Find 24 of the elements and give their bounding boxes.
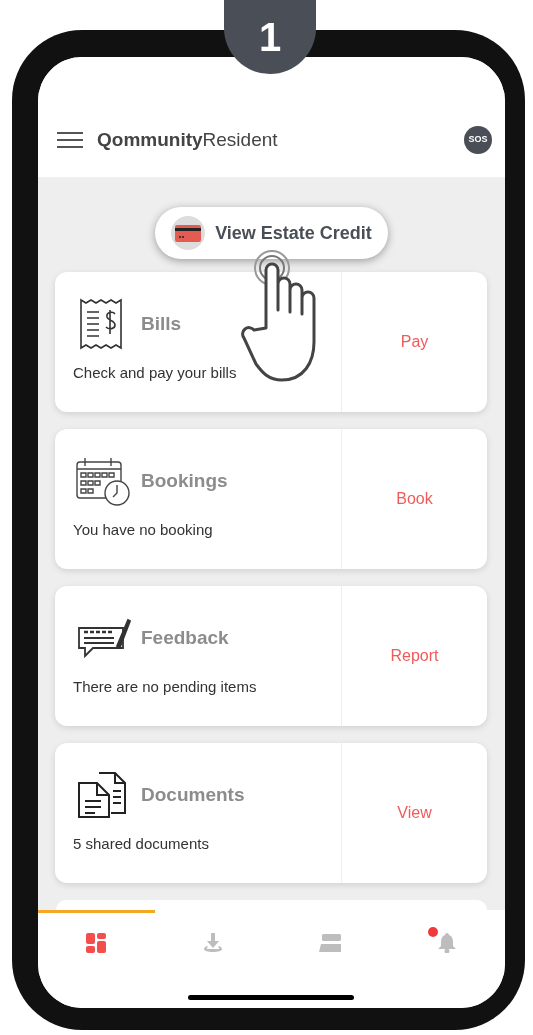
rating-feedback-icon <box>75 616 131 660</box>
view-estate-credit-button[interactable]: View Estate Credit <box>155 207 388 259</box>
credit-card-icon <box>171 216 206 250</box>
menu-icon[interactable] <box>57 132 83 148</box>
card[interactable]: Bills Check and pay your bills Pay <box>55 272 487 412</box>
dashboard-icon <box>86 932 107 953</box>
card-description: You have no booking <box>73 520 214 540</box>
card-title: Documents <box>141 782 245 807</box>
app-title: QommunityResident <box>97 127 278 152</box>
card[interactable]: Documents 5 shared documents View <box>55 743 487 883</box>
card-description: Check and pay your bills <box>73 363 238 383</box>
documents-icon <box>77 771 129 819</box>
stacked-cards-icon <box>318 933 341 952</box>
card-description: 5 shared documents <box>73 834 210 854</box>
calendar-clock-icon <box>75 456 131 506</box>
sos-button[interactable]: SOS <box>464 126 492 154</box>
card-description: There are no pending items <box>73 677 258 697</box>
card-title: Feedback <box>141 625 229 650</box>
card[interactable]: Bookings You have no booking Book <box>55 429 487 569</box>
bell-icon <box>437 932 456 953</box>
card[interactable]: Feedback There are no pending items Report <box>55 586 487 726</box>
card-title: Bills <box>141 311 182 336</box>
card-title: Bookings <box>141 468 228 493</box>
download-icon <box>203 932 224 953</box>
